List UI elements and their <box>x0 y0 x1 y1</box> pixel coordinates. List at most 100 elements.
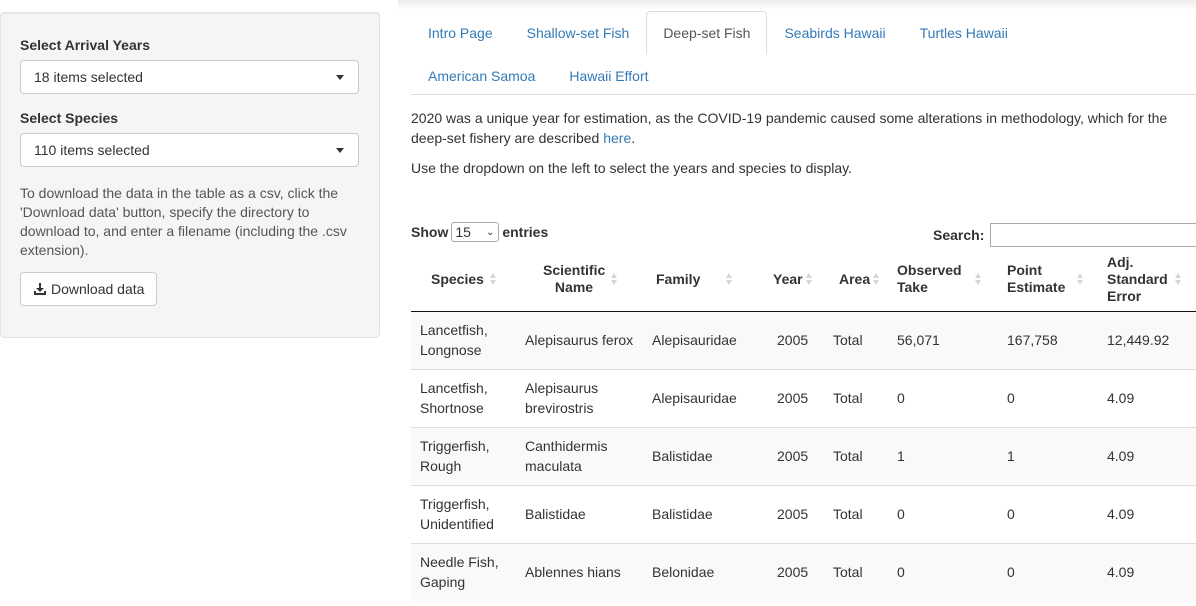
covid-note-end: . <box>631 130 636 146</box>
tab-deep-set-fish[interactable]: Deep-set Fish <box>646 11 768 55</box>
download-button-label: Download data <box>51 281 145 297</box>
area-cell: Total <box>825 484 889 543</box>
col-header-label: Observed Take <box>897 262 962 296</box>
scientific-name-cell: Canthidermis maculata <box>517 426 644 485</box>
sort-icon <box>805 273 813 286</box>
search-control: Search: <box>933 223 1196 247</box>
tab-content: 2020 was a unique year for estimation, a… <box>411 108 1196 178</box>
species-cell: Lancetfish, Shortnose <box>411 368 517 427</box>
table-row[interactable]: Lancetfish, Shortnose Alepisaurus brevir… <box>411 368 1196 427</box>
observed-take-cell: 56,071 <box>889 311 999 369</box>
col-header-label: Family <box>656 270 701 287</box>
col-header-area[interactable]: Area <box>825 248 889 312</box>
years-select[interactable]: 18 items selected <box>20 60 359 94</box>
table-row[interactable]: Triggerfish, Unidentified Balistidae Bal… <box>411 484 1196 543</box>
family-cell: Balistidae <box>644 484 765 543</box>
entries-label: entries <box>502 224 549 240</box>
species-cell: Triggerfish, Rough <box>411 426 517 485</box>
observed-take-cell: 0 <box>889 484 999 543</box>
sort-icon <box>489 273 497 286</box>
tab-row-2: American Samoa Hawaii Effort <box>411 55 1196 95</box>
years-label: Select Arrival Years <box>20 37 150 53</box>
col-header-label: Year <box>773 270 803 287</box>
caret-down-icon <box>336 147 344 153</box>
std-error-cell: 12,449.92 <box>1099 311 1196 369</box>
sort-icon <box>975 273 982 286</box>
point-estimate-cell: 0 <box>999 368 1099 427</box>
point-estimate-cell: 0 <box>999 542 1099 601</box>
entries-length-control: Show 15 ⌄ entries <box>411 222 548 242</box>
download-data-button[interactable]: Download data <box>20 272 158 306</box>
search-label: Search: <box>933 227 985 243</box>
std-error-cell: 4.09 <box>1099 426 1196 485</box>
area-cell: Total <box>825 542 889 601</box>
species-cell: Needle Fish, Gaping <box>411 542 517 601</box>
table-controls: Show 15 ⌄ entries Search: <box>411 220 1196 250</box>
tab-seabirds-hawaii[interactable]: Seabirds Hawaii <box>767 11 902 55</box>
family-cell: Alepisauridae <box>644 368 765 427</box>
col-header-observed-take[interactable]: Observed Take <box>889 248 999 312</box>
table-header-row: Species Scientific Name Family Year Area… <box>411 248 1196 312</box>
year-cell: 2005 <box>765 484 825 543</box>
here-link[interactable]: here <box>603 130 631 146</box>
entries-length-select[interactable]: 15 ⌄ <box>451 222 500 242</box>
col-header-label: Species <box>431 270 484 287</box>
std-error-cell: 4.09 <box>1099 484 1196 543</box>
tab-american-samoa[interactable]: American Samoa <box>411 55 552 95</box>
sort-icon <box>611 273 618 286</box>
col-header-label: Area <box>839 270 871 287</box>
species-label: Select Species <box>20 110 119 126</box>
species-select-value: 110 items selected <box>34 142 150 158</box>
scientific-name-cell: Ablennes hians <box>517 542 644 601</box>
year-cell: 2005 <box>765 368 825 427</box>
sort-icon <box>873 273 880 286</box>
table-row[interactable]: Lancetfish, Longnose Alepisaurus ferox A… <box>411 311 1196 369</box>
data-table: Species Scientific Name Family Year Area… <box>411 248 1196 601</box>
tab-bar: Intro Page Shallow-set Fish Deep-set Fis… <box>411 11 1196 95</box>
tab-intro-page[interactable]: Intro Page <box>411 11 510 55</box>
scientific-name-cell: Alepisaurus brevirostris <box>517 368 644 427</box>
col-header-species[interactable]: Species <box>411 248 517 312</box>
col-header-adj-standard-error[interactable]: Adj. Standard Error <box>1099 248 1196 312</box>
observed-take-cell: 1 <box>889 426 999 485</box>
col-header-label: Scientific Name <box>543 262 606 296</box>
point-estimate-cell: 0 <box>999 484 1099 543</box>
search-input[interactable] <box>990 223 1196 247</box>
sidebar-panel: Select Arrival Years 18 items selected S… <box>0 12 380 338</box>
covid-note-text: 2020 was a unique year for estimation, a… <box>411 110 1168 146</box>
download-help-text: To download the data in the table as a c… <box>20 185 347 258</box>
area-cell: Total <box>825 311 889 369</box>
scientific-name-cell: Balistidae <box>517 484 644 543</box>
species-select[interactable]: 110 items selected <box>20 133 359 167</box>
chevron-down-icon: ⌄ <box>485 226 495 238</box>
col-header-scientific-name[interactable]: Scientific Name <box>517 248 644 312</box>
sort-icon <box>726 273 733 286</box>
tab-row-1: Intro Page Shallow-set Fish Deep-set Fis… <box>411 11 1196 55</box>
point-estimate-cell: 1 <box>999 426 1099 485</box>
std-error-cell: 4.09 <box>1099 368 1196 427</box>
top-shadow <box>398 0 1196 10</box>
point-estimate-cell: 167,758 <box>999 311 1099 369</box>
col-header-family[interactable]: Family <box>644 248 765 312</box>
year-cell: 2005 <box>765 542 825 601</box>
tab-shallow-set-fish[interactable]: Shallow-set Fish <box>510 11 647 55</box>
area-cell: Total <box>825 368 889 427</box>
col-header-label: Point Estimate <box>1007 262 1066 296</box>
tab-hawaii-effort[interactable]: Hawaii Effort <box>552 55 665 95</box>
tab-turtles-hawaii[interactable]: Turtles Hawaii <box>903 11 1025 55</box>
observed-take-cell: 0 <box>889 542 999 601</box>
sort-icon <box>1175 273 1182 286</box>
entries-length-value: 15 <box>455 224 471 240</box>
caret-down-icon <box>336 74 344 80</box>
table-row[interactable]: Triggerfish, Rough Canthidermis maculata… <box>411 426 1196 485</box>
years-select-value: 18 items selected <box>34 69 143 85</box>
col-header-label: Adj. Standard Error <box>1107 253 1168 304</box>
family-cell: Balistidae <box>644 426 765 485</box>
covid-note: 2020 was a unique year for estimation, a… <box>411 108 1196 148</box>
col-header-point-estimate[interactable]: Point Estimate <box>999 248 1099 312</box>
table-row[interactable]: Needle Fish, Gaping Ablennes hians Belon… <box>411 542 1196 601</box>
species-cell: Lancetfish, Longnose <box>411 311 517 369</box>
family-cell: Belonidae <box>644 542 765 601</box>
col-header-year[interactable]: Year <box>765 248 825 312</box>
year-cell: 2005 <box>765 311 825 369</box>
